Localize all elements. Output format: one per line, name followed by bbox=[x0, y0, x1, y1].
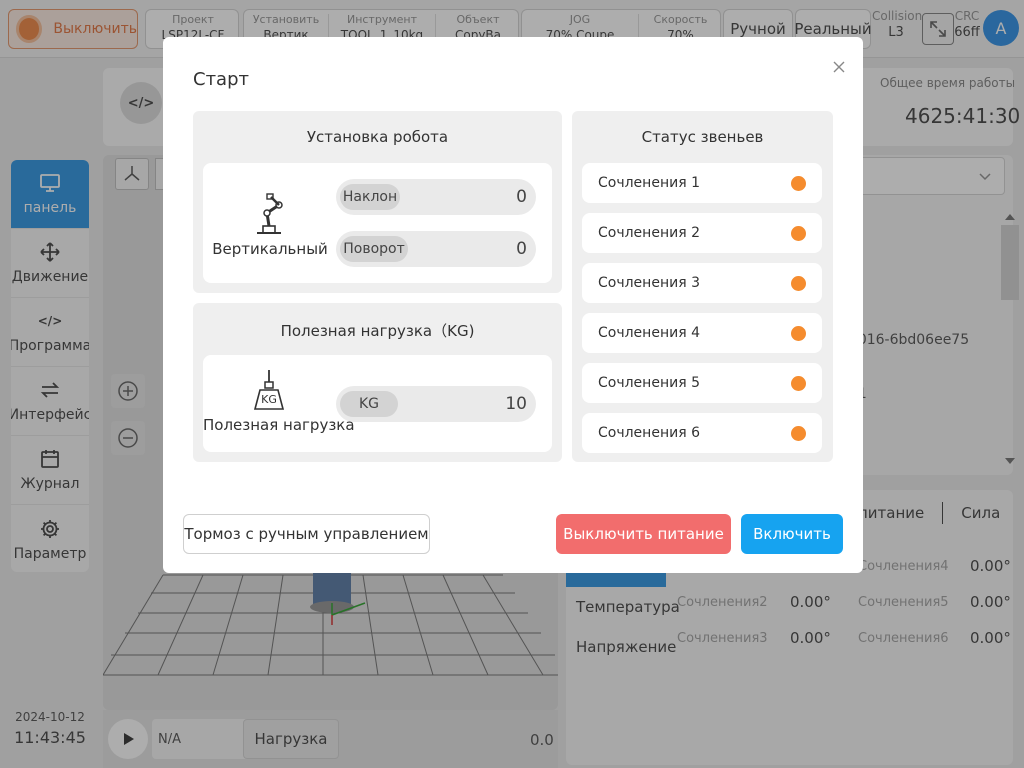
power-off-confirm-button[interactable]: Выключить питание bbox=[556, 514, 731, 554]
joint-row-2: Сочленения 2 bbox=[582, 213, 822, 253]
payload-card: Полезная нагрузка（KG) KG Полезная нагруз… bbox=[193, 303, 562, 462]
payload-value: 10 bbox=[505, 394, 527, 414]
joint-status-indicator bbox=[791, 326, 806, 341]
joint-label: Сочленения 3 bbox=[598, 275, 700, 291]
joint-label: Сочленения 1 bbox=[598, 175, 700, 191]
payload-label: Полезная нагрузка bbox=[203, 416, 355, 434]
installation-title: Установка робота bbox=[306, 128, 449, 146]
joint-status-indicator bbox=[791, 426, 806, 441]
rotation-tag: Поворот bbox=[340, 236, 408, 262]
joint-status-indicator bbox=[791, 226, 806, 241]
weight-icon-text: KG bbox=[261, 393, 277, 406]
joint-row-4: Сочленения 4 bbox=[582, 313, 822, 353]
joint-status-indicator bbox=[791, 276, 806, 291]
joint-row-1: Сочленения 1 bbox=[582, 163, 822, 203]
manual-brake-button[interactable]: Тормоз с ручным управлением bbox=[183, 514, 430, 554]
payload-unit-tag: KG bbox=[340, 391, 398, 417]
joint-status-indicator bbox=[791, 376, 806, 391]
mount-type-label: Вертикальный bbox=[212, 240, 328, 258]
rotation-value: 0 bbox=[516, 239, 527, 259]
dialog-title: Старт bbox=[193, 69, 249, 90]
enable-button[interactable]: Включить bbox=[741, 514, 843, 554]
joint-label: Сочленения 5 bbox=[598, 375, 700, 391]
joint-status-title: Статус звеньев bbox=[641, 128, 764, 146]
joint-label: Сочленения 2 bbox=[598, 225, 700, 241]
joint-label: Сочленения 6 bbox=[598, 425, 700, 441]
joint-label: Сочленения 4 bbox=[598, 325, 700, 341]
robot-arm-icon bbox=[257, 193, 283, 234]
installation-card: Установка робота Вертикальный Наклон 0 П… bbox=[193, 111, 562, 293]
payload-panel: KG Полезная нагрузка KG 10 bbox=[203, 355, 552, 452]
tilt-value: 0 bbox=[516, 187, 527, 207]
payload-title: Полезная нагрузка（KG) bbox=[280, 322, 475, 340]
payload-field[interactable]: KG 10 bbox=[336, 386, 536, 422]
joint-status-card: Статус звеньев Сочленения 1 Сочленения 2… bbox=[572, 111, 833, 462]
tilt-field[interactable]: Наклон 0 bbox=[336, 179, 536, 215]
rotation-field[interactable]: Поворот 0 bbox=[336, 231, 536, 267]
close-button[interactable] bbox=[829, 57, 849, 77]
joint-row-5: Сочленения 5 bbox=[582, 363, 822, 403]
installation-panel: Вертикальный Наклон 0 Поворот 0 bbox=[203, 163, 552, 283]
joint-status-indicator bbox=[791, 176, 806, 191]
joint-row-3: Сочленения 3 bbox=[582, 263, 822, 303]
close-icon bbox=[833, 61, 845, 73]
joint-row-6: Сочленения 6 bbox=[582, 413, 822, 453]
start-dialog: Старт Установка робота Вертикальный Накл… bbox=[163, 37, 863, 573]
tilt-tag: Наклон bbox=[340, 184, 400, 210]
